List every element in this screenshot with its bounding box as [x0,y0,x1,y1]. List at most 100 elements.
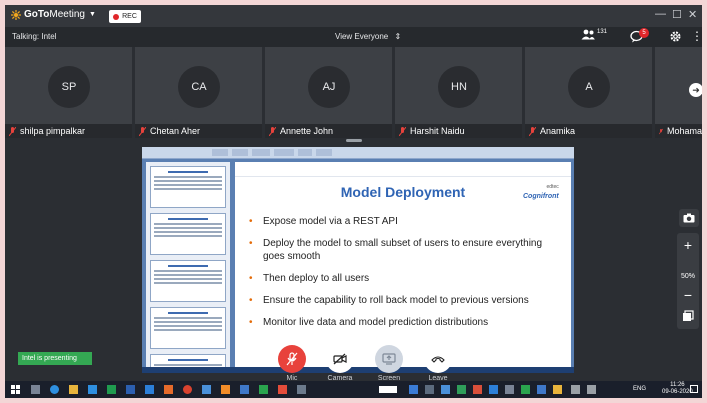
app-icon[interactable] [240,385,249,394]
title-bar: GoToMeeting ▼ REC — ☐ ✕ [5,5,702,27]
participant-tile[interactable]: AJ Annette John [265,47,392,138]
tray-icon[interactable] [473,385,482,394]
participant-name: Anamika [540,126,576,136]
camera-off-icon [333,353,347,365]
slide-bullet: • Then deploy to all users [249,273,370,284]
recording-indicator[interactable]: REC [109,10,141,23]
tray-icon[interactable] [409,385,418,394]
avatar: AJ [308,66,350,108]
app-icon[interactable] [297,385,306,394]
participant-namebar: shilpa pimpalkar [5,124,132,138]
avatar: SP [48,66,90,108]
view-selector[interactable]: View Everyone ⇕ [335,32,401,41]
tray-icon[interactable] [553,385,562,394]
excel-icon[interactable] [107,385,116,394]
tray-icon[interactable] [425,385,434,394]
mic-muted-icon [659,128,663,134]
chrome-icon[interactable] [183,385,192,394]
language-indicator[interactable]: ENG [633,386,646,392]
gear-icon[interactable] [669,30,682,43]
participant-name: shilpa pimpalkar [20,126,86,136]
participant-namebar: Anamika [525,124,652,138]
mic-muted-icon [9,126,16,136]
notifications-icon[interactable] [690,385,698,393]
battery-icon [379,386,397,393]
app-icon[interactable] [259,385,268,394]
more-options-icon[interactable]: ⋮ [691,30,702,42]
app-icon[interactable] [202,385,211,394]
screenshot-button[interactable] [679,209,699,227]
shared-taskbar [142,367,574,373]
fullscreen-button[interactable] [682,309,694,321]
close-icon[interactable]: ✕ [688,8,697,21]
participant-tile[interactable]: A Anamika [525,47,652,138]
brand-menu[interactable]: GoToMeeting ▼ [11,9,96,20]
word-icon[interactable] [126,385,135,394]
tray-icon[interactable] [521,385,530,394]
record-dot-icon [113,13,120,20]
chevron-down-icon: ▼ [88,11,96,18]
mic-muted-icon [399,126,406,136]
chat-button[interactable]: 5 [630,28,649,48]
slide-thumbnail[interactable] [150,166,226,208]
updown-chevron-icon: ⇕ [394,32,402,41]
zoom-out-button[interactable]: − [677,285,699,305]
tray-icon[interactable] [537,385,546,394]
maximize-icon[interactable]: ☐ [672,8,682,21]
talking-indicator: Talking: Intel [12,32,57,41]
edge-icon[interactable] [50,385,59,394]
slide-thumbnail[interactable] [150,260,226,302]
leave-button[interactable] [424,345,452,373]
app-icon[interactable] [278,385,287,394]
file-explorer-icon[interactable] [69,385,78,394]
powerpoint-ribbon [142,147,574,159]
presenting-badge: Intel is presenting [18,352,92,365]
tray-icon[interactable] [441,385,450,394]
slide-bullets: • Expose model via a REST API • Deploy the… [249,215,565,338]
attendees-button[interactable]: 131 [581,29,607,40]
volume-icon[interactable] [571,385,580,394]
resize-handle[interactable] [346,139,362,142]
avatar: A [568,66,610,108]
arrow-right-icon: ➜ [692,85,700,95]
participant-tile[interactable]: ➜ Mohama [655,47,702,138]
network-icon[interactable] [587,385,596,394]
tray-icon[interactable] [505,385,514,394]
gotomeeting-task-icon[interactable] [221,385,230,394]
tray-icon[interactable] [489,385,498,394]
view-label: View Everyone [335,32,389,41]
zoom-in-button[interactable]: + [677,235,699,255]
windows-start-icon[interactable] [11,385,20,394]
participant-tile[interactable]: SP shilpa pimpalkar [5,47,132,138]
slide-bullet: • Ensure the capability to roll back mode… [249,295,529,306]
participant-namebar: Chetan Aher [135,124,262,138]
participant-name: Harshit Naidu [410,126,465,136]
next-page-button[interactable]: ➜ [689,83,702,97]
gotomeeting-logo-icon [11,9,21,20]
slide-bullet: • Monitor live data and model prediction … [249,317,489,328]
powerpoint-icon[interactable] [164,385,173,394]
task-view-icon[interactable] [31,385,40,394]
slide-title: Model Deployment [340,184,466,200]
mic-muted-icon [269,126,276,136]
zoom-controls: + 50% − [677,233,699,329]
slide-header-band [235,162,571,177]
store-icon[interactable] [88,385,97,394]
vscode-icon[interactable] [145,385,154,394]
participant-tile[interactable]: CA Chetan Aher [135,47,262,138]
hang-up-icon [431,356,445,363]
camera-button[interactable] [326,345,354,373]
minimize-icon[interactable]: — [655,8,666,20]
participant-name: Annette John [280,126,334,136]
tray-icon[interactable] [457,385,466,394]
slide-thumbnail[interactable] [150,213,226,255]
screen-share-button[interactable] [375,345,403,373]
avatar: HN [438,66,480,108]
participant-tile[interactable]: HN Harshit Naidu [395,47,522,138]
participant-strip: SP shilpa pimpalkar CA Chetan Aher AJ An… [5,47,702,139]
windows-taskbar: ENG 11:26 09-06-2020 [5,381,702,398]
slide-thumbnail[interactable] [150,307,226,349]
camera-snapshot-icon [683,213,695,223]
system-clock[interactable]: 11:26 09-06-2020 [662,382,693,396]
mic-button[interactable] [278,345,306,373]
